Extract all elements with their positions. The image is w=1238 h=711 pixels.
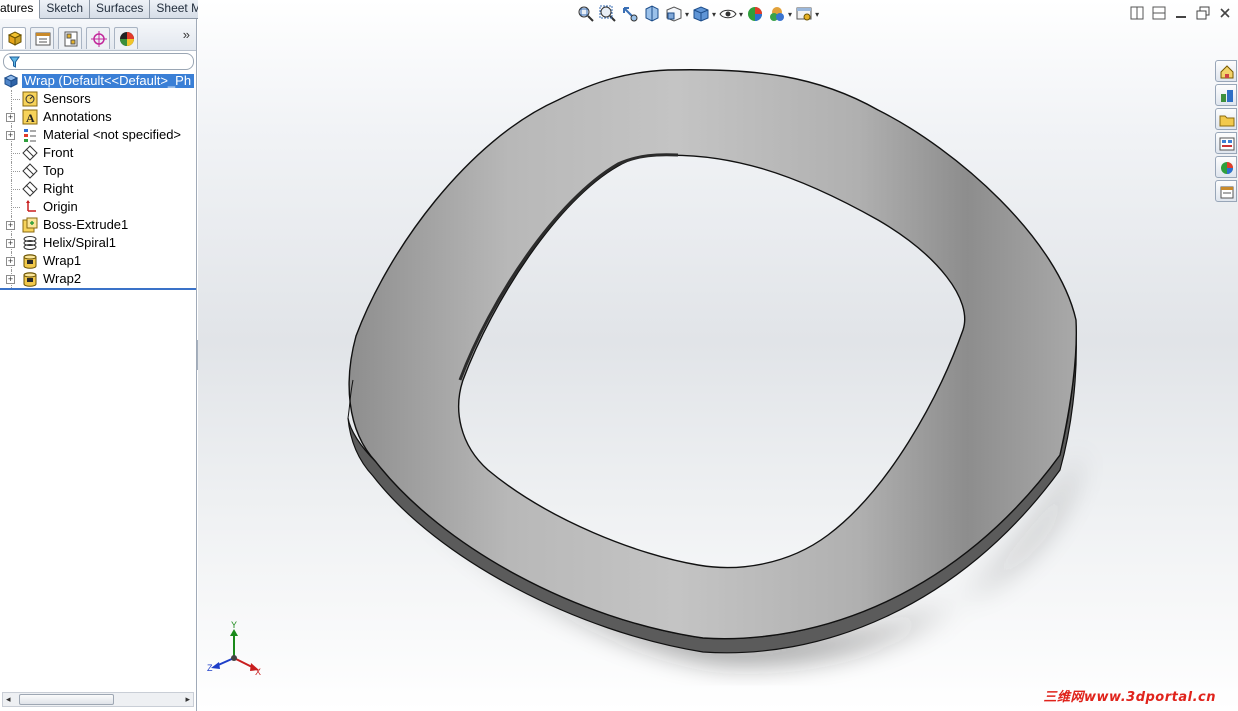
wrap-feature-icon [22, 271, 38, 287]
minimize-icon[interactable] [1174, 6, 1188, 20]
tree-filter-input[interactable] [3, 53, 194, 70]
design-library-icon[interactable] [1215, 84, 1237, 106]
tree-item-front[interactable]: Front [0, 144, 196, 162]
displaymanager-icon[interactable] [114, 27, 138, 49]
tree-item-label: Wrap2 [43, 271, 82, 286]
tree-connector [11, 99, 20, 100]
tab-atures[interactable]: atures [0, 0, 41, 19]
hide-show-items-icon[interactable]: ▾ [718, 4, 743, 24]
tree-item-origin[interactable]: Origin [0, 198, 196, 216]
part-name-label: Wrap (Default<<Default>_Ph [22, 74, 194, 88]
more-tabs-chevron-icon[interactable]: » [183, 27, 190, 42]
feature-tree: Wrap (Default<<Default>_Ph Sensors + A Anno… [0, 72, 196, 290]
tree-item-label: Top [43, 163, 64, 178]
expand-plus-icon[interactable]: + [6, 239, 15, 248]
plane-icon [22, 163, 38, 179]
scrollbar-thumb[interactable] [19, 694, 114, 705]
tile-horizontal-icon[interactable] [1130, 6, 1144, 20]
tree-item-label: Front [43, 145, 74, 160]
display-style-icon[interactable]: ▾ [691, 4, 716, 24]
annotations-icon: A [22, 109, 38, 125]
apply-scene-icon[interactable]: ▾ [767, 4, 792, 24]
featuremanager-tree-icon[interactable] [2, 27, 26, 49]
expand-plus-icon[interactable]: + [6, 113, 15, 122]
triad-y-label: Y [231, 620, 237, 630]
configurationmanager-icon[interactable] [58, 27, 82, 49]
previous-view-icon[interactable] [620, 4, 640, 24]
tree-item-material-not-specified[interactable]: + Material <not specified> [0, 126, 196, 144]
close-icon[interactable] [1218, 6, 1232, 20]
feature-manager-panel: » Wrap (Default<<Default>_Ph Sensors + A An… [0, 19, 197, 711]
tree-horizontal-scrollbar[interactable]: ◂ ▸ [2, 692, 194, 707]
scroll-right-arrow-icon[interactable]: ▸ [185, 694, 190, 705]
restore-icon[interactable] [1196, 6, 1210, 20]
tree-connector [11, 189, 20, 190]
origin-icon [22, 199, 38, 215]
tree-item-label: Helix/Spiral1 [43, 235, 116, 250]
triad-origin [231, 655, 237, 661]
tree-item-label: Annotations [43, 109, 112, 124]
zoom-to-fit-icon[interactable] [576, 4, 596, 24]
svg-text:A: A [26, 111, 35, 125]
tab-sketch[interactable]: Sketch [40, 0, 91, 19]
triad-z-label: Z [207, 663, 213, 673]
reference-triad: Y Z X [207, 620, 261, 677]
tree-root-part[interactable]: Wrap (Default<<Default>_Ph [0, 72, 196, 90]
tree-item-label: Origin [43, 199, 78, 214]
tree-connector [11, 153, 20, 154]
helix-icon [22, 235, 38, 251]
feature-manager-tab-strip: » [0, 19, 196, 51]
expand-plus-icon[interactable]: + [6, 221, 15, 230]
tree-connector [11, 171, 20, 172]
scroll-left-arrow-icon[interactable]: ◂ [6, 694, 11, 705]
expand-plus-icon[interactable]: + [6, 275, 15, 284]
plane-icon [22, 181, 38, 197]
dimxpertmanager-icon[interactable] [86, 27, 110, 49]
task-pane-tabs [1215, 60, 1238, 206]
propertymanager-icon[interactable] [30, 27, 54, 49]
edit-appearance-icon[interactable] [745, 4, 765, 24]
triad-x-label: X [255, 667, 261, 677]
tree-item-label: Wrap1 [43, 253, 82, 268]
plane-icon [22, 145, 38, 161]
wave-washer-model[interactable] [198, 0, 1238, 711]
expand-plus-icon[interactable]: + [6, 131, 15, 140]
file-explorer-icon[interactable] [1215, 108, 1237, 130]
site-watermark: 三维网www.3dportal.cn [1043, 690, 1216, 705]
zoom-to-area-icon[interactable] [598, 4, 618, 24]
extrude-icon [22, 217, 38, 233]
tile-vertical-icon[interactable] [1152, 6, 1166, 20]
tree-connector [11, 207, 20, 208]
filter-funnel-icon [9, 56, 20, 68]
expand-plus-icon[interactable]: + [6, 257, 15, 266]
tree-item-wrap2[interactable]: + Wrap2 [0, 270, 196, 288]
tree-item-annotations[interactable]: + A Annotations [0, 108, 196, 126]
graphics-area[interactable]: ▾ ▾ ▾ ▾ ▾ Y Z X 三维网www.3dportal.cn [198, 0, 1238, 711]
solidworks-resources-icon[interactable] [1215, 60, 1237, 82]
part-icon [3, 74, 19, 88]
wrap-feature-icon [22, 253, 38, 269]
triad-y-arrowhead [230, 629, 238, 636]
tree-item-top[interactable]: Top [0, 162, 196, 180]
tab-surfaces[interactable]: Surfaces [90, 0, 151, 19]
heads-up-view-toolbar: ▾ ▾ ▾ ▾ ▾ [576, 4, 819, 26]
tree-item-wrap1[interactable]: + Wrap1 [0, 252, 196, 270]
view-settings-icon[interactable]: ▾ [794, 4, 819, 24]
tree-item-label: Boss-Extrude1 [43, 217, 129, 232]
sensors-icon [22, 91, 38, 107]
tree-item-label: Material <not specified> [43, 127, 182, 142]
tree-item-boss-extrude1[interactable]: + Boss-Extrude1 [0, 216, 196, 234]
view-palette-icon[interactable] [1215, 132, 1237, 154]
view-orientation-icon[interactable]: ▾ [664, 4, 689, 24]
document-window-controls [1130, 6, 1232, 20]
tree-item-helix-spiral1[interactable]: + Helix/Spiral1 [0, 234, 196, 252]
tree-item-sensors[interactable]: Sensors [0, 90, 196, 108]
tree-item-label: Right [43, 181, 74, 196]
custom-properties-icon[interactable] [1215, 180, 1237, 202]
tree-item-label: Sensors [43, 91, 91, 106]
section-view-icon[interactable] [642, 4, 662, 24]
tree-item-right[interactable]: Right [0, 180, 196, 198]
appearances-icon[interactable] [1215, 156, 1237, 178]
material-icon [22, 127, 38, 143]
